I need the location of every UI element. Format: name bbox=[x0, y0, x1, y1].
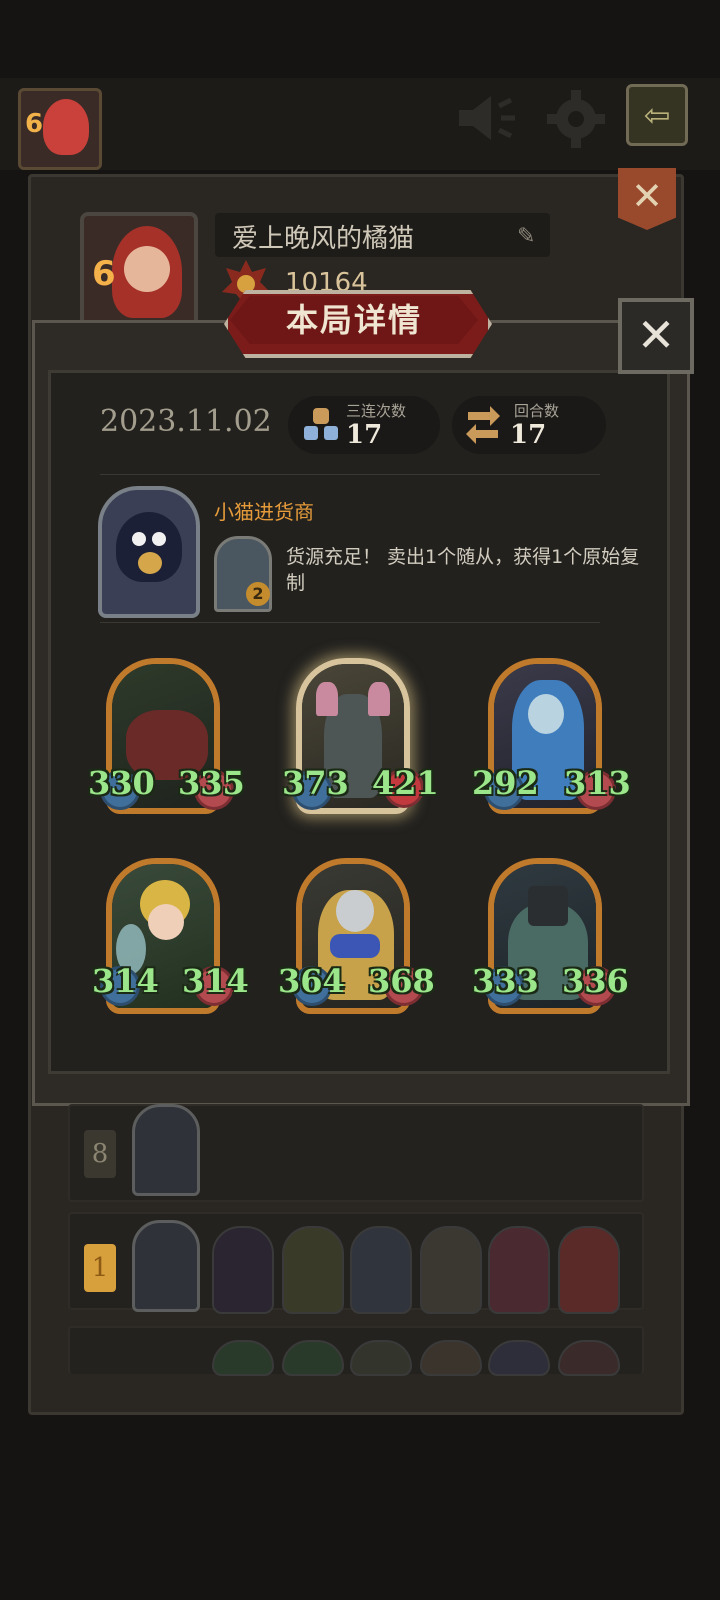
hero-power-cost: 2 bbox=[246, 582, 270, 606]
minion-attack: 373 bbox=[282, 764, 349, 802]
row-minion bbox=[212, 1340, 274, 1376]
elf-face bbox=[528, 694, 564, 734]
hero-eye bbox=[152, 532, 166, 546]
hero-toy bbox=[138, 552, 162, 574]
minion-attack: 314 bbox=[92, 962, 159, 1000]
player-level: 6 bbox=[25, 109, 44, 139]
back-button[interactable]: ⇦ bbox=[626, 84, 688, 146]
edit-icon[interactable]: ✎ bbox=[517, 224, 535, 249]
player-name: 爱上晚风的橘猫 bbox=[232, 224, 415, 254]
back-arrow-icon: ⇦ bbox=[643, 96, 671, 134]
fairy-face bbox=[148, 904, 184, 940]
row-minion bbox=[488, 1340, 550, 1376]
row-minion bbox=[420, 1226, 482, 1314]
profile-avatar: 6 bbox=[80, 212, 198, 328]
hero-eye bbox=[132, 532, 146, 546]
modal-title: 本局详情 bbox=[285, 301, 422, 339]
knight-helmet bbox=[336, 890, 374, 932]
row-minion bbox=[350, 1340, 412, 1376]
hero-power-description: 货源充足！ 卖出1个随从，获得1个原始复制 bbox=[286, 546, 640, 594]
speaker-icon[interactable] bbox=[455, 92, 519, 144]
minion-health: 421 bbox=[372, 764, 439, 802]
minion-attack: 364 bbox=[278, 962, 345, 1000]
divider bbox=[100, 622, 600, 623]
row-hero-portrait bbox=[132, 1104, 200, 1196]
minion-attack: 333 bbox=[472, 962, 539, 1000]
minion-attack: 330 bbox=[88, 764, 155, 802]
knight-scarf bbox=[330, 934, 380, 958]
rank-badge: 1 bbox=[84, 1244, 116, 1292]
close-button[interactable]: ✕ bbox=[618, 298, 694, 374]
row-minion bbox=[212, 1226, 274, 1314]
minion-health: 313 bbox=[564, 764, 631, 802]
triple-icon bbox=[304, 408, 338, 440]
round-cycle-icon bbox=[466, 406, 500, 444]
cat-ear bbox=[368, 682, 390, 716]
minion-health: 335 bbox=[178, 764, 245, 802]
minion-health: 368 bbox=[368, 962, 435, 1000]
minion-attack: 292 bbox=[472, 764, 539, 802]
cat-ear bbox=[316, 682, 338, 716]
row-hero-portrait bbox=[132, 1220, 200, 1312]
row-minion bbox=[420, 1340, 482, 1376]
hero-name: 小猫进货商 bbox=[214, 500, 314, 524]
row-minion bbox=[558, 1226, 620, 1314]
row-minion bbox=[350, 1226, 412, 1314]
match-date: 2023.11.02 bbox=[100, 404, 272, 439]
minion-health: 336 bbox=[562, 962, 629, 1000]
triple-count-value: 17 bbox=[346, 420, 383, 450]
row-minion bbox=[282, 1226, 344, 1314]
player-avatar-button[interactable]: 6 bbox=[18, 88, 102, 170]
row-minion bbox=[558, 1340, 620, 1376]
round-count-value: 17 bbox=[510, 420, 547, 450]
rank-badge: 8 bbox=[84, 1130, 116, 1178]
divider bbox=[100, 474, 600, 475]
gear-icon[interactable] bbox=[545, 88, 607, 150]
avatar-portrait bbox=[43, 99, 89, 155]
row-minion bbox=[488, 1226, 550, 1314]
close-icon: ✕ bbox=[636, 308, 676, 362]
hero-portrait bbox=[98, 486, 200, 618]
robot-head bbox=[528, 886, 568, 926]
panel-close-button[interactable]: ✕ bbox=[618, 168, 676, 230]
profile-level: 6 bbox=[92, 254, 116, 294]
round-count-label: 回合数 bbox=[514, 402, 560, 420]
row-minion bbox=[282, 1340, 344, 1376]
minion-health: 314 bbox=[182, 962, 249, 1000]
triple-count-label: 三连次数 bbox=[346, 402, 407, 420]
avatar-face bbox=[124, 246, 170, 292]
top-bar bbox=[0, 78, 720, 170]
